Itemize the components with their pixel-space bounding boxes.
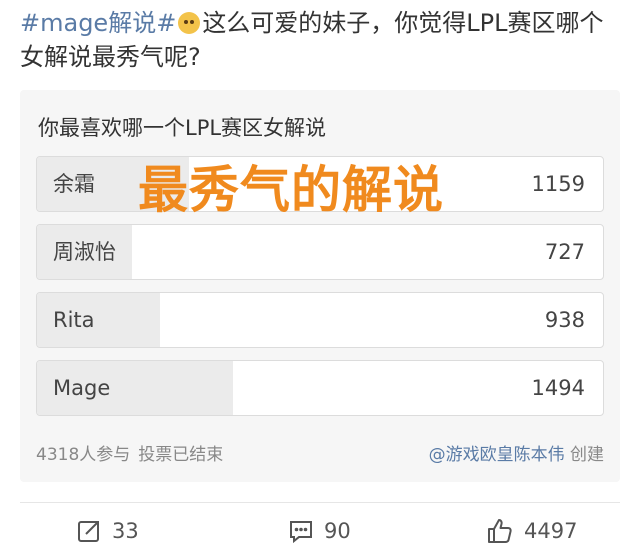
poll-participants: 4318人参与 bbox=[36, 445, 131, 465]
overlay-caption: 最秀气的解说 bbox=[138, 161, 444, 219]
poll-option-label: 余霜 bbox=[53, 172, 95, 196]
poll-status: 投票已结束 bbox=[138, 445, 224, 465]
poll-option-label: Rita bbox=[53, 308, 95, 332]
post-text: #mage解说# 这么可爱的妹子，你觉得LPL赛区哪个女解说最秀气呢? bbox=[20, 6, 624, 74]
like-count: 4497 bbox=[524, 519, 578, 543]
poll-option[interactable]: Rita 938 bbox=[36, 292, 604, 348]
repost-count: 33 bbox=[112, 519, 139, 543]
divider bbox=[20, 502, 620, 503]
poll-option[interactable]: Mage 1494 bbox=[36, 360, 604, 416]
thumbs-up-icon bbox=[488, 519, 512, 543]
hashtag-link[interactable]: #mage解说# bbox=[20, 9, 176, 37]
dog-face-icon bbox=[178, 12, 201, 34]
repost-icon bbox=[78, 521, 99, 542]
comment-icon bbox=[290, 521, 312, 544]
repost-button[interactable]: 33 bbox=[76, 514, 139, 548]
created-label: 创建 bbox=[570, 445, 604, 465]
comment-count: 90 bbox=[324, 519, 351, 543]
poll-question: 你最喜欢哪一个LPL赛区女解说 bbox=[38, 116, 327, 140]
like-button[interactable]: 4497 bbox=[486, 514, 577, 548]
poll-option-count: 1494 bbox=[531, 376, 585, 400]
poll-creator: @游戏欧皇陈本伟 创建 bbox=[429, 440, 604, 465]
poll-card: 你最喜欢哪一个LPL赛区女解说 余霜 1159 周淑怡 727 Rita 938… bbox=[20, 90, 620, 482]
poll-option-label: Mage bbox=[53, 376, 111, 400]
poll-option-count: 1159 bbox=[531, 172, 585, 196]
poll-option-count: 727 bbox=[544, 240, 585, 264]
poll-option-label: 周淑怡 bbox=[53, 240, 116, 264]
poll-option[interactable]: 周淑怡 727 bbox=[36, 224, 604, 280]
poll-option-count: 938 bbox=[544, 308, 585, 332]
creator-link[interactable]: @游戏欧皇陈本伟 bbox=[429, 445, 565, 465]
comment-button[interactable]: 90 bbox=[288, 514, 351, 548]
poll-stats: 4318人参与 投票已结束 bbox=[36, 440, 223, 465]
